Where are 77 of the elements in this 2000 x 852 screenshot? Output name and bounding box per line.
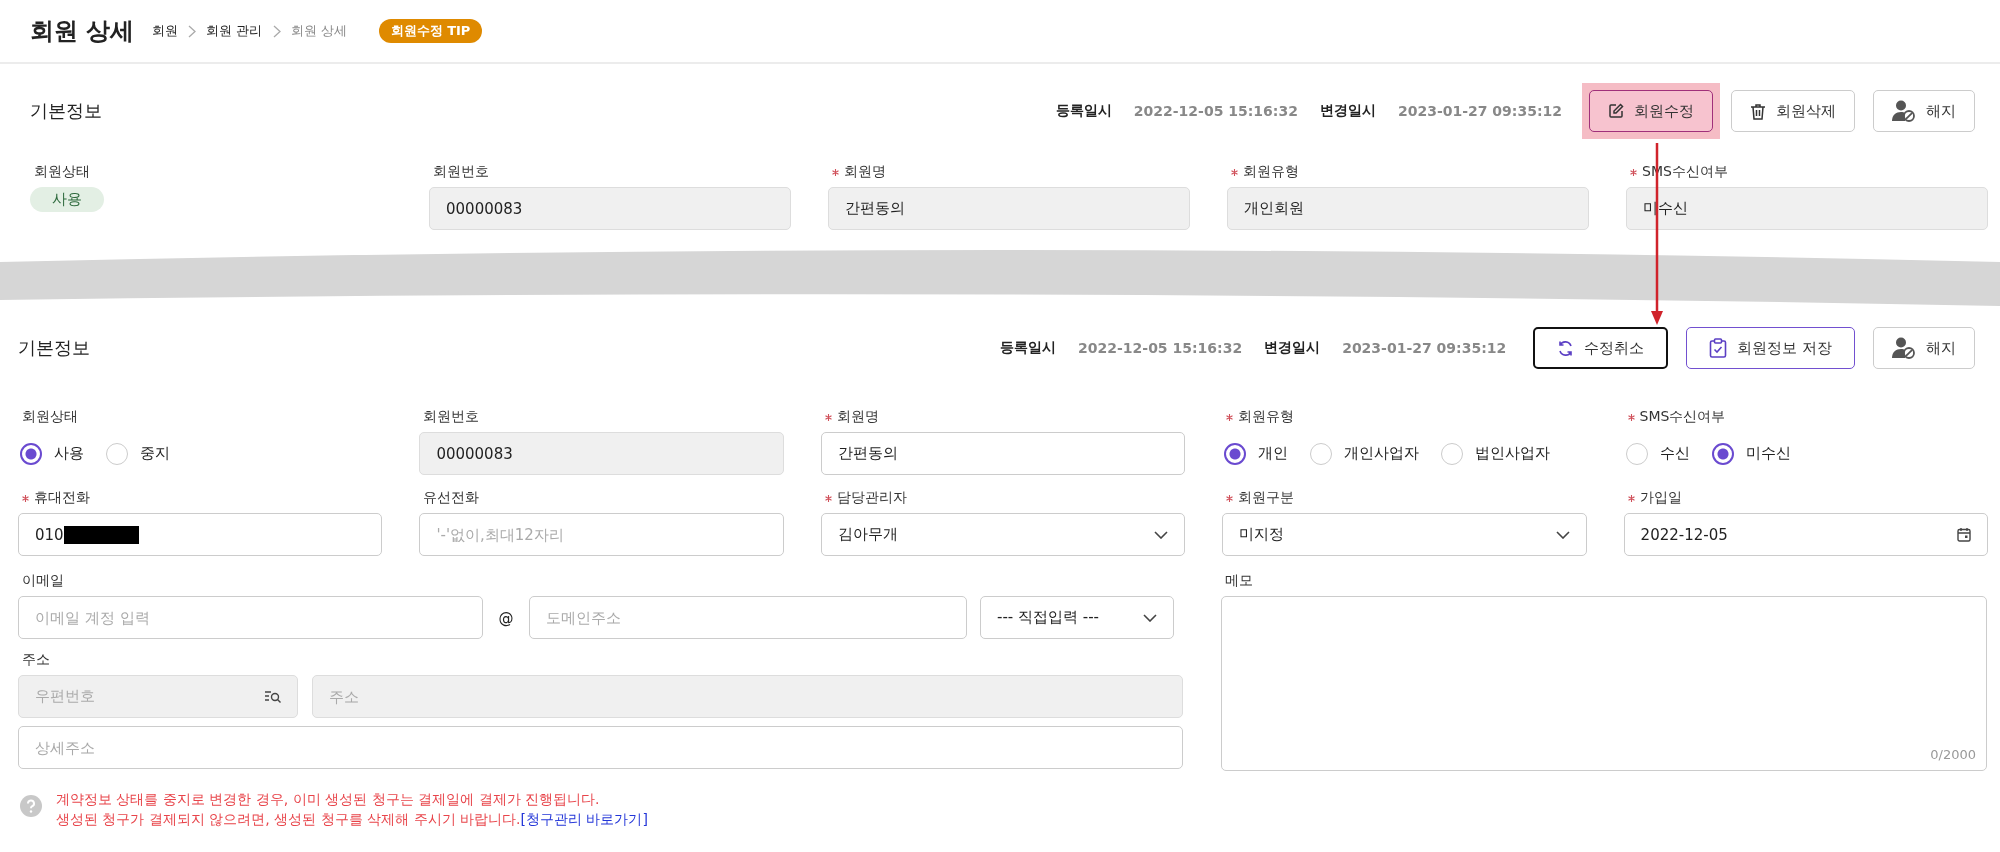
cancel-edit-button[interactable]: 수정취소 <box>1533 327 1669 369</box>
field-label: 회원번호 <box>423 408 480 426</box>
field-label: 회원상태 <box>34 163 90 181</box>
field-label: 회원명 <box>836 408 879 426</box>
search-icon <box>265 690 281 703</box>
select-field[interactable]: 미지정 <box>1222 513 1587 556</box>
field-label: 회원유형 <box>1243 163 1299 181</box>
text-field[interactable]: '-'없이,최대12자리 <box>419 513 784 556</box>
registered-date: 2022-12-05 15:16:32 <box>1133 103 1298 119</box>
field-label: 회원구분 <box>1238 489 1295 507</box>
field-label: 회원번호 <box>433 163 489 181</box>
chevron-down-icon <box>1143 613 1157 622</box>
field-label: SMS수신여부 <box>1639 408 1726 426</box>
chevron-right-icon <box>188 24 197 38</box>
user-block-icon <box>1892 337 1916 359</box>
save-member-button[interactable]: 회원정보 저장 <box>1686 327 1855 369</box>
domain-select[interactable]: --- 직접입력 --- <box>980 596 1174 639</box>
help-icon <box>20 795 42 817</box>
select-field[interactable]: 김아무개 <box>820 513 1186 556</box>
readonly-field: 개인회원 <box>1227 187 1589 230</box>
refresh-icon <box>1557 339 1575 357</box>
registered-date: 2022-12-05 15:16:32 <box>1078 340 1243 356</box>
field-label: 주소 <box>22 651 50 669</box>
notice-text: 계약정보 상태를 중지로 변경한 경우, 이미 생성된 청구는 결제일에 결제가 진행됩니다. 생성된 청구가 결제되지 않으려면, 생성된 청구를 삭제해 주시기 바랍니다.[청구관리 바로가기] <box>56 790 648 829</box>
changed-date: 2023-01-27 09:35:12 <box>1342 340 1507 356</box>
radio-option[interactable]: 사용 <box>20 442 84 465</box>
breadcrumb-link[interactable]: 회원 관리 <box>206 22 263 40</box>
field-label: 회원명 <box>844 163 886 181</box>
address-field: 주소 <box>312 675 1183 718</box>
breadcrumb-link[interactable]: 회원 <box>152 22 179 40</box>
breadcrumb-link[interactable]: 회원 상세 <box>290 22 347 40</box>
calendar-icon <box>1957 527 1971 542</box>
field-label: 이메일 <box>22 572 64 590</box>
readonly-field: 간편동의 <box>828 187 1190 230</box>
trash-icon <box>1750 102 1766 120</box>
radio-option[interactable]: 수신 <box>1625 442 1690 465</box>
registered-label: 등록일시 <box>1055 102 1112 120</box>
email-account-field[interactable]: 이메일 계정 입력 <box>18 596 483 639</box>
radio-option[interactable]: 미수신 <box>1711 442 1791 465</box>
chevron-down-icon <box>1555 530 1570 539</box>
chevron-right-icon <box>272 24 281 38</box>
radio-option[interactable]: 중지 <box>106 442 170 465</box>
text-field[interactable]: 010 <box>18 513 383 556</box>
radio-option[interactable]: 개인사업자 <box>1310 442 1420 465</box>
date-field[interactable]: 2022-12-05 <box>1623 513 1988 556</box>
radio-option[interactable]: 개인 <box>1224 442 1289 465</box>
detail-address-field[interactable]: 상세주소 <box>18 726 1183 769</box>
field-label: 회원상태 <box>22 408 78 426</box>
readonly-field: 00000083 <box>429 187 791 230</box>
email-domain-field[interactable]: 도메인주소 <box>529 596 967 639</box>
changed-date: 2023-01-27 09:35:12 <box>1397 103 1562 119</box>
user-block-icon <box>1892 100 1916 122</box>
field-label: 회원유형 <box>1238 408 1295 426</box>
field-label: 담당관리자 <box>836 489 907 507</box>
delete-member-button[interactable]: 회원삭제 <box>1731 90 1855 132</box>
changed-label: 변경일시 <box>1319 102 1376 120</box>
section-title: 기본정보 <box>18 336 91 360</box>
radio-option[interactable]: 법인사업자 <box>1441 442 1551 465</box>
page-title: 회원 상세 <box>30 16 135 47</box>
edit-member-button[interactable]: 회원수정 <box>1589 90 1713 132</box>
registered-label: 등록일시 <box>1000 339 1057 357</box>
pencil-icon <box>1608 103 1624 119</box>
terminate-button[interactable]: 해지 <box>1873 327 1975 369</box>
field-label: 메모 <box>1225 572 1253 590</box>
at-sign: @ <box>497 608 515 627</box>
chevron-down-icon <box>1154 530 1169 539</box>
billing-link[interactable]: [청구관리 바로가기] <box>520 811 648 827</box>
field-label: 휴대전화 <box>34 489 90 507</box>
terminate-button[interactable]: 해지 <box>1873 90 1975 132</box>
status-badge: 사용 <box>30 187 104 212</box>
section-title: 기본정보 <box>30 99 103 123</box>
readonly-field: 00000083 <box>419 432 784 475</box>
changed-label: 변경일시 <box>1264 339 1321 357</box>
clipboard-check-icon <box>1709 338 1728 358</box>
field-label: 가입일 <box>1639 489 1682 507</box>
text-field[interactable]: 간편동의 <box>820 432 1186 475</box>
field-label: 유선전화 <box>423 489 480 507</box>
